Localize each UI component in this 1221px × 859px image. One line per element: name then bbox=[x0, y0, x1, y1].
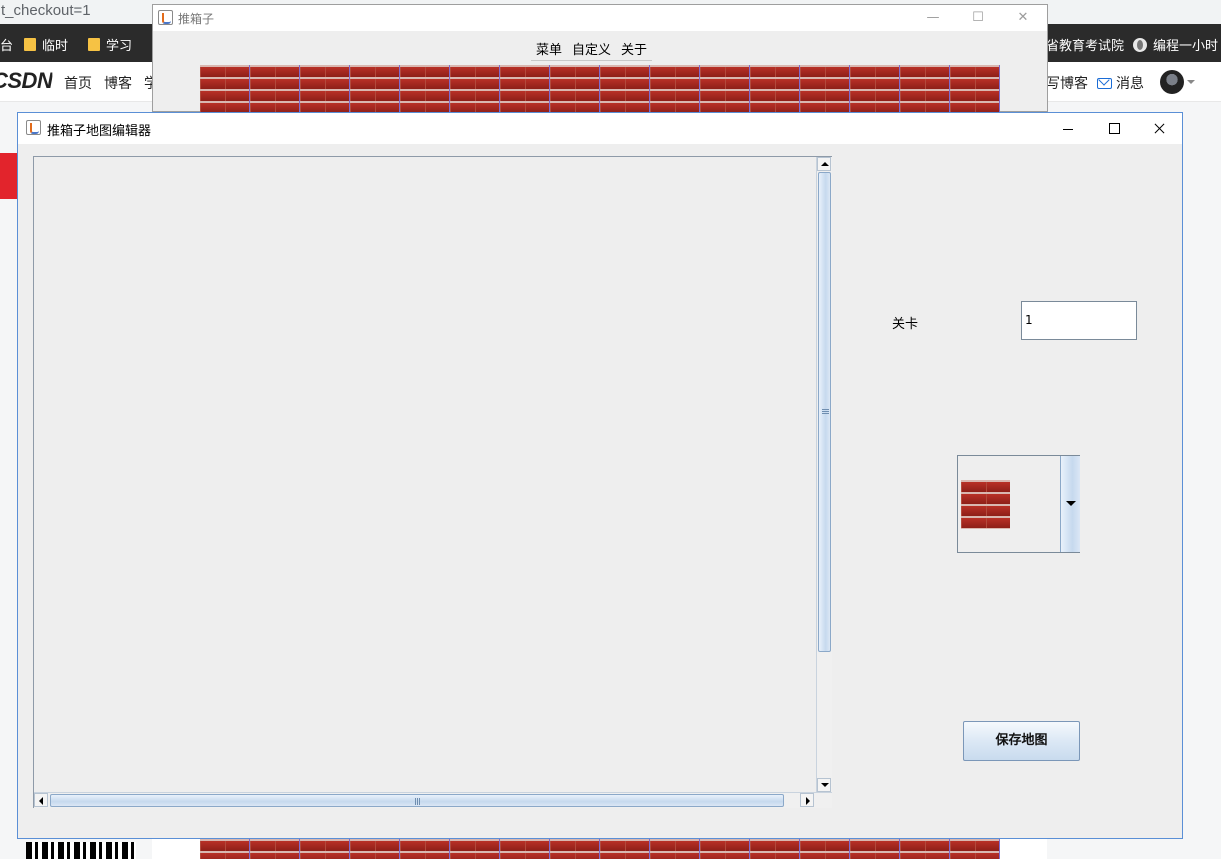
bookmark-label: 台 bbox=[0, 39, 14, 54]
maximize-icon[interactable] bbox=[1091, 115, 1137, 142]
maximize-icon[interactable]: ☐ bbox=[956, 8, 1000, 28]
vertical-scroll-thumb[interactable] bbox=[818, 172, 831, 652]
nav-messages[interactable]: 消息 bbox=[1097, 73, 1144, 93]
chevron-down-icon[interactable] bbox=[1187, 80, 1195, 84]
menu-item-custom[interactable]: 自定义 bbox=[567, 35, 616, 60]
nav-home[interactable]: 首页 bbox=[64, 73, 92, 93]
game-window-title: 推箱子 bbox=[178, 12, 215, 26]
globe-icon bbox=[1133, 37, 1147, 52]
game-titlebar: 推箱子 — ☐ ✕ bbox=[153, 5, 1047, 31]
csdn-logo[interactable]: CSDN bbox=[0, 68, 52, 94]
tile-grid-bottom bbox=[200, 839, 1000, 859]
avatar[interactable] bbox=[1160, 70, 1184, 94]
bookmark-folder-学习[interactable]: 学习 bbox=[88, 35, 132, 54]
chevron-down-icon[interactable] bbox=[1060, 456, 1080, 552]
mail-icon bbox=[1097, 78, 1112, 89]
vertical-scrollbar[interactable] bbox=[816, 157, 832, 794]
scroll-right-button[interactable] bbox=[800, 793, 814, 807]
java-icon bbox=[158, 10, 173, 25]
bookmark-label: 临时 bbox=[42, 39, 69, 54]
bookmark-item[interactable]: 台 bbox=[0, 35, 13, 54]
folder-icon bbox=[24, 38, 36, 51]
tile-grid-top bbox=[200, 65, 1000, 112]
grip-icon bbox=[822, 409, 829, 415]
menu-item-about[interactable]: 关于 bbox=[616, 35, 652, 60]
bookmark-label: 编程一小时 bbox=[1153, 39, 1219, 54]
brick-wall-tile-icon bbox=[961, 480, 1010, 529]
close-icon[interactable] bbox=[1136, 115, 1182, 142]
qr-code-image bbox=[26, 842, 136, 859]
game-menubar: 菜单 自定义 关于 bbox=[531, 35, 653, 61]
nav-messages-label: 消息 bbox=[1116, 76, 1144, 92]
level-input[interactable]: 1 bbox=[1021, 301, 1137, 340]
scroll-down-button[interactable] bbox=[817, 778, 831, 792]
bookmark-label: 学习 bbox=[106, 39, 133, 54]
scroll-up-button[interactable] bbox=[817, 157, 831, 171]
map-canvas-scrollpane[interactable] bbox=[33, 156, 832, 808]
arrow-right-icon bbox=[806, 797, 810, 805]
sidebar-red-block bbox=[0, 153, 18, 199]
arrow-left-icon bbox=[39, 797, 43, 805]
bookmark-label: 省教育考试院 bbox=[1046, 39, 1125, 54]
folder-icon bbox=[88, 38, 100, 51]
horizontal-scrollbar[interactable] bbox=[34, 792, 832, 808]
nav-write-blog[interactable]: 写博客 bbox=[1046, 73, 1088, 93]
grip-icon bbox=[415, 798, 421, 805]
bookmark-item-code[interactable]: 编程一小时 bbox=[1133, 35, 1218, 54]
minimize-icon[interactable] bbox=[1045, 115, 1091, 142]
arrow-down-icon bbox=[821, 783, 829, 787]
menu-item-menu[interactable]: 菜单 bbox=[531, 35, 567, 60]
save-map-button[interactable]: 保存地图 bbox=[963, 721, 1080, 761]
scroll-left-button[interactable] bbox=[34, 793, 48, 807]
bookmark-item-exam[interactable]: 省教育考试院 bbox=[1046, 35, 1124, 54]
editor-titlebar: 推箱子地图编辑器 bbox=[18, 113, 1182, 144]
bookmark-folder-临时[interactable]: 临时 bbox=[24, 35, 68, 54]
minimize-icon[interactable]: — bbox=[911, 8, 955, 28]
tile-type-combobox[interactable] bbox=[957, 455, 1080, 553]
nav-blog[interactable]: 博客 bbox=[104, 73, 132, 93]
horizontal-scroll-thumb[interactable] bbox=[50, 794, 784, 807]
close-icon[interactable]: ✕ bbox=[1001, 8, 1045, 28]
map-editor-window: 推箱子地图编辑器 关卡 1 保存地图 bbox=[17, 112, 1183, 839]
java-icon bbox=[26, 120, 41, 135]
editor-window-title: 推箱子地图编辑器 bbox=[47, 124, 152, 139]
level-label: 关卡 bbox=[892, 317, 919, 332]
arrow-up-icon bbox=[821, 162, 829, 166]
